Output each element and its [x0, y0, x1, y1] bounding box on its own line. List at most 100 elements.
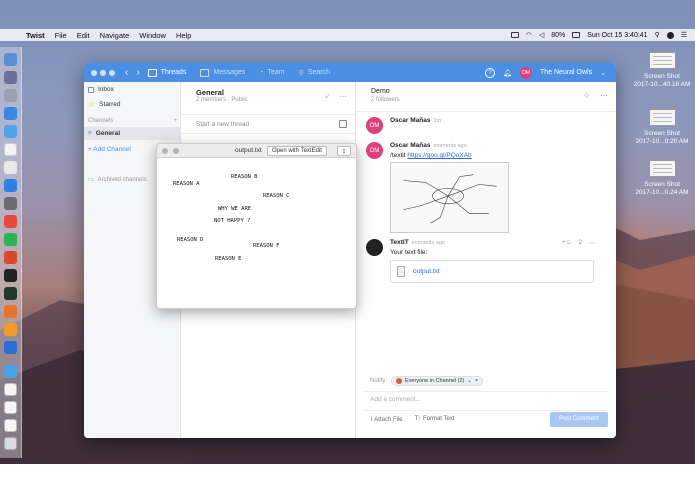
- back-arrow-icon[interactable]: ‹: [125, 67, 128, 78]
- bell-icon[interactable]: 🔔︎: [503, 69, 512, 77]
- zoom-window-icon[interactable]: [109, 69, 115, 76]
- mindmap-image[interactable]: [390, 162, 509, 233]
- battery-percent[interactable]: 80%: [551, 32, 565, 39]
- document-icon[interactable]: [4, 383, 17, 396]
- chrome-icon[interactable]: [4, 215, 17, 228]
- more-options-icon[interactable]: ⋯: [589, 240, 595, 247]
- start-new-thread-button[interactable]: Start a new thread: [181, 114, 356, 134]
- volume-icon[interactable]: ◁: [539, 31, 544, 39]
- file-name: output.txt: [413, 268, 440, 275]
- quicklook-title: output.txt: [235, 147, 262, 154]
- document-icon[interactable]: [4, 401, 17, 414]
- spotify-icon[interactable]: [4, 233, 17, 246]
- calendar-icon[interactable]: [4, 143, 17, 156]
- file-label: 2017-10...0.20 AM: [635, 138, 689, 145]
- desktop-file[interactable]: Screen Shot 2017-10...0.20 AM: [632, 109, 692, 146]
- notification-center-icon[interactable]: ☰: [681, 31, 687, 39]
- forward-arrow-icon[interactable]: ›: [136, 67, 139, 78]
- sidebar-item-inbox[interactable]: Inbox: [88, 86, 114, 93]
- search-placeholder: Search: [307, 69, 330, 76]
- minimize-window-icon[interactable]: [100, 69, 106, 76]
- desktop-file[interactable]: Screen Shot 2017-10...0.24 AM: [632, 160, 692, 197]
- text-line: WHY WE ARE: [218, 206, 252, 212]
- app-store-icon[interactable]: [4, 179, 17, 192]
- message-text: Your text file:: [390, 249, 428, 256]
- chevron-down-icon[interactable]: ⌄: [467, 378, 472, 384]
- siri-dock-icon[interactable]: [4, 71, 17, 84]
- siri-icon[interactable]: [666, 31, 674, 39]
- photos-icon[interactable]: [4, 161, 17, 174]
- messages-icon: [200, 68, 210, 77]
- sidebar-item-general[interactable]: ≡ General: [84, 127, 181, 140]
- star-icon[interactable]: ☆: [583, 91, 590, 100]
- share-icon[interactable]: ⇪: [337, 146, 351, 156]
- system-preferences-icon[interactable]: [4, 197, 17, 210]
- wifi-icon[interactable]: ◠: [526, 31, 532, 39]
- menu-navigate[interactable]: Navigate: [100, 31, 130, 40]
- chevron-down-icon[interactable]: ⌄: [600, 69, 606, 77]
- desktop-file[interactable]: Screen Shot 2017-10...40.18 AM: [632, 52, 692, 89]
- notify-chip[interactable]: Everyone in Channel (2) ⌄ ×: [391, 376, 484, 386]
- tab-threads[interactable]: Threads: [147, 68, 186, 77]
- channel-title: General: [196, 88, 224, 97]
- add-channel-plus-icon[interactable]: +: [173, 118, 177, 124]
- file-attachment[interactable]: output.txt: [390, 260, 594, 283]
- post-comment-button[interactable]: Post Comment: [550, 411, 608, 427]
- workspace-name[interactable]: The Neural Owls: [540, 69, 592, 76]
- add-channel-link[interactable]: + Add Channel: [88, 146, 131, 153]
- menu-help[interactable]: Help: [176, 31, 191, 40]
- close-window-icon[interactable]: [91, 69, 97, 76]
- sidebar-item-starred[interactable]: ☆ Starred: [88, 100, 121, 109]
- finder-icon[interactable]: [4, 53, 17, 66]
- notify-label: Notify:: [370, 378, 388, 384]
- app-menu[interactable]: Twist: [26, 31, 45, 40]
- avatar[interactable]: OM: [366, 142, 383, 159]
- pen-app-icon[interactable]: [4, 305, 17, 318]
- sublime-icon[interactable]: [4, 251, 17, 264]
- file-icon: [397, 266, 405, 277]
- attach-file-button[interactable]: ⌇ Attach File: [370, 416, 403, 423]
- downloads-folder-icon[interactable]: [4, 365, 17, 378]
- help-icon[interactable]: ?: [485, 67, 496, 78]
- twist-icon[interactable]: [4, 341, 17, 354]
- tab-team[interactable]: ◔ Team: [259, 69, 284, 76]
- textit-bot-avatar[interactable]: [366, 239, 383, 256]
- battery-icon[interactable]: [572, 32, 581, 38]
- add-reaction-button[interactable]: +☺: [562, 240, 572, 247]
- workspace-avatar[interactable]: OM: [519, 66, 532, 79]
- sidebar-item-label: General: [95, 130, 121, 137]
- spotlight-icon[interactable]: ⚲: [655, 31, 660, 39]
- more-options-icon[interactable]: ⋯: [339, 92, 347, 101]
- avatar[interactable]: OM: [366, 117, 383, 134]
- comment-input[interactable]: Add a comment...: [364, 391, 608, 406]
- screenshot-thumbnail: [648, 109, 676, 126]
- document-icon[interactable]: [4, 419, 17, 432]
- channel-icon: ≡: [88, 130, 92, 137]
- participants-count[interactable]: 2: [579, 240, 582, 247]
- close-icon[interactable]: [162, 147, 168, 154]
- search-field[interactable]: ⚲ Search: [299, 69, 330, 77]
- menu-window[interactable]: Window: [139, 31, 166, 40]
- more-options-icon[interactable]: ⋯: [600, 91, 608, 100]
- remove-icon[interactable]: ×: [475, 378, 478, 384]
- menu-clock[interactable]: Sun Oct 15 3:40:41: [587, 32, 647, 39]
- trash-icon[interactable]: [4, 437, 17, 450]
- message-link[interactable]: https://goo.gl/PQoXAb: [407, 152, 471, 159]
- fullscreen-icon[interactable]: [173, 147, 179, 154]
- launchpad-icon[interactable]: [4, 89, 17, 102]
- tab-messages[interactable]: Messages: [200, 68, 245, 77]
- file-label: 2017-10...0.24 AM: [635, 189, 689, 196]
- notes-app-icon[interactable]: [4, 323, 17, 336]
- terminal-icon[interactable]: [4, 269, 17, 282]
- mark-read-icon[interactable]: ✓: [324, 92, 331, 101]
- clion-icon[interactable]: [4, 287, 17, 300]
- safari-icon[interactable]: [4, 107, 17, 120]
- format-text-button[interactable]: T↑ Format Text: [415, 416, 455, 422]
- open-with-textedit-button[interactable]: Open with TextEdit: [267, 146, 327, 156]
- archived-channels-link[interactable]: ▭ Archived channels: [88, 176, 147, 184]
- menu-edit[interactable]: Edit: [77, 31, 90, 40]
- menu-file[interactable]: File: [55, 31, 67, 40]
- text-line: NOT HAPPY ?: [214, 218, 251, 224]
- mail-icon[interactable]: [4, 125, 17, 138]
- airplay-icon[interactable]: [510, 32, 519, 38]
